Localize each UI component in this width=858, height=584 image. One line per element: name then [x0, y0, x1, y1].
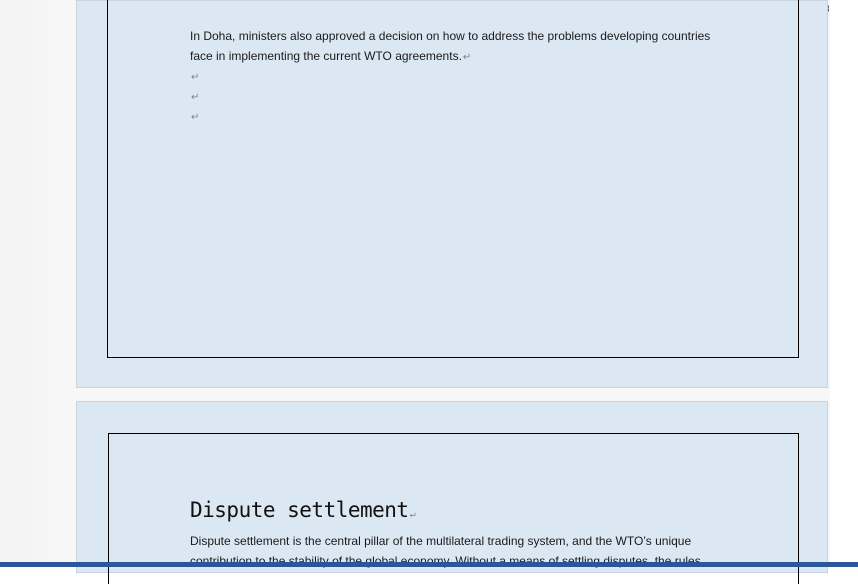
empty-paragraph[interactable]: ↵ [190, 106, 199, 128]
text-run: face in implementing the current WTO agr… [190, 49, 462, 63]
page-2-paragraph-line-2[interactable]: contribution to the stability of the glo… [190, 551, 701, 571]
status-bar [0, 562, 858, 567]
text-run: In Doha, ministers also approved a decis… [190, 29, 711, 43]
section-heading[interactable]: Dispute settlement↵ [190, 498, 416, 522]
paragraph-mark-icon: ↵ [191, 72, 200, 83]
paragraph-mark-icon: ↵ [191, 112, 200, 123]
paragraph-mark-icon: ↵ [409, 509, 416, 520]
page-1[interactable]: In Doha, ministers also approved a decis… [76, 0, 828, 388]
paragraph-mark-icon: ↵ [462, 52, 472, 63]
page-2-paragraph-line-1[interactable]: Dispute settlement is the central pillar… [190, 531, 691, 551]
page-1-paragraph-line-1[interactable]: In Doha, ministers also approved a decis… [190, 26, 710, 46]
page-1-paragraph-line-2[interactable]: face in implementing the current WTO agr… [190, 46, 471, 68]
paragraph-mark-icon: ↵ [191, 92, 200, 103]
heading-text: Dispute settlement [190, 498, 409, 522]
empty-paragraph[interactable]: ↵ [190, 66, 199, 88]
page-2[interactable]: Dispute settlement↵ Dispute settlement i… [76, 401, 828, 584]
document-workspace[interactable]: 8642246810121416182022242628303234363840… [0, 0, 858, 584]
empty-paragraph[interactable]: ↵ [190, 86, 199, 108]
text-run: Dispute settlement is the central pillar… [190, 534, 692, 548]
